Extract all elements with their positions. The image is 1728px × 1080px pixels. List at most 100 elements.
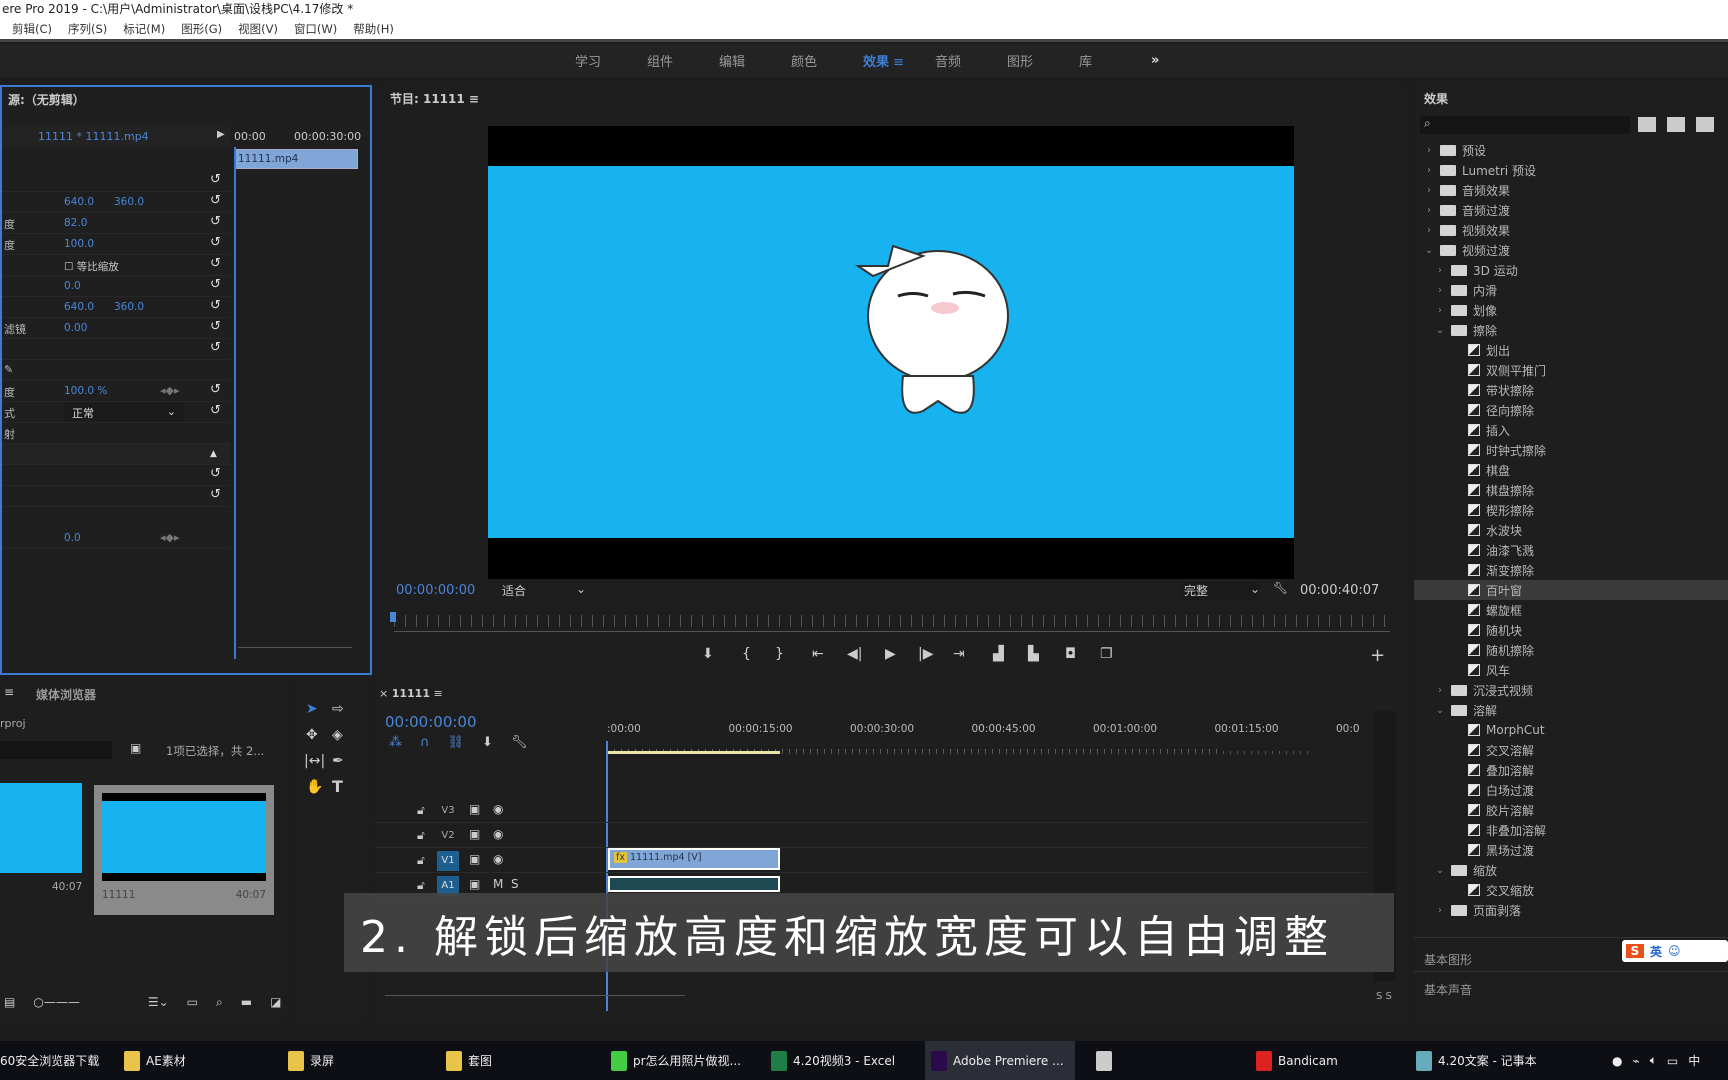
taskbar-item[interactable]: Adobe Premiere ...: [925, 1041, 1075, 1080]
chevron-right-icon[interactable]: ›: [1435, 905, 1445, 916]
mark-in-icon[interactable]: {: [742, 646, 751, 662]
step-back-icon[interactable]: ◀|: [847, 646, 862, 662]
effects-folder[interactable]: › 3D 运动: [1435, 260, 1518, 280]
taskbar-item[interactable]: AE素材: [118, 1041, 268, 1080]
effects-item[interactable]: 白场过渡: [1468, 780, 1534, 800]
mark-out-icon[interactable]: }: [775, 646, 784, 662]
yuv-effects-icon[interactable]: [1696, 117, 1714, 132]
workspace-libraries[interactable]: 库: [1079, 51, 1151, 70]
chevron-right-icon[interactable]: ›: [1435, 285, 1445, 296]
workspace-editing[interactable]: 编辑: [719, 51, 791, 70]
taskbar-item[interactable]: 4.20视频3 - Excel: [765, 1041, 915, 1080]
32bit-effects-icon[interactable]: [1667, 117, 1685, 132]
export-frame-icon[interactable]: ◘: [1065, 646, 1076, 662]
eye-icon[interactable]: ◉: [493, 802, 503, 816]
add-marker-icon[interactable]: ⬇: [702, 646, 714, 662]
nest-icon[interactable]: ⁂: [389, 735, 402, 750]
new-bin-icon[interactable]: ▬: [241, 995, 252, 1010]
effects-item[interactable]: 渐变擦除: [1468, 560, 1534, 580]
reset-icon[interactable]: ↺: [210, 277, 221, 292]
effects-search-input[interactable]: ⌕: [1420, 116, 1630, 134]
effects-item[interactable]: 插入: [1468, 420, 1510, 440]
source-clip[interactable]: 11111.mp4: [234, 149, 358, 169]
go-to-out-icon[interactable]: ⇥: [953, 646, 965, 662]
go-to-in-icon[interactable]: ⇤: [812, 646, 824, 662]
new-item-icon[interactable]: ◪: [270, 995, 281, 1010]
type-tool-icon[interactable]: T: [332, 777, 343, 796]
system-tray[interactable]: ● ⌁ 🔈︎ ▭ 中: [1612, 1041, 1700, 1080]
effects-folder[interactable]: ⌄ 视频过渡: [1424, 240, 1510, 260]
wrench-icon[interactable]: 🔧︎: [511, 735, 528, 750]
lock-icon[interactable]: 🔓︎: [417, 828, 425, 843]
chevron-down-icon[interactable]: ⌄: [1435, 865, 1445, 876]
extract-icon[interactable]: ▙: [1028, 646, 1039, 662]
comparison-view-icon[interactable]: ❐: [1100, 646, 1113, 662]
automate-icon[interactable]: ▭: [187, 995, 198, 1010]
effects-folder[interactable]: › 视频效果: [1424, 220, 1510, 240]
effects-folder[interactable]: › Lumetri 预设: [1424, 160, 1536, 180]
timeline-scrollbar[interactable]: [385, 995, 685, 996]
list-view-icon[interactable]: ▤: [4, 995, 15, 1010]
add-marker-icon[interactable]: ⬇: [482, 735, 493, 750]
clip-selector[interactable]: 11111 * 11111.mp4: [2, 127, 230, 147]
taskbar-item[interactable]: Bandicam: [1250, 1041, 1400, 1080]
reset-icon[interactable]: ↺: [210, 235, 221, 250]
ripple-edit-tool-icon[interactable]: ✥: [306, 727, 318, 743]
program-timecode[interactable]: 00:00:00:00: [396, 583, 475, 598]
reset-icon[interactable]: ↺: [210, 319, 221, 334]
slip-tool-icon[interactable]: |↔|: [304, 753, 325, 769]
timeline-tab[interactable]: × 11111 ≡: [379, 687, 443, 700]
ime-toolbar[interactable]: S 英 ☺: [1622, 940, 1728, 962]
chevron-right-icon[interactable]: ›: [1424, 165, 1434, 176]
effects-item[interactable]: 棋盘: [1468, 460, 1510, 480]
fit-dropdown[interactable]: 适合 ⌄: [502, 582, 586, 600]
effects-item[interactable]: 棋盘擦除: [1468, 480, 1534, 500]
effects-item[interactable]: 带状擦除: [1468, 380, 1534, 400]
effects-item[interactable]: 划出: [1468, 340, 1510, 360]
chevron-down-icon[interactable]: ⌄: [1435, 705, 1445, 716]
lock-icon[interactable]: 🔓︎: [417, 878, 425, 893]
reset-icon[interactable]: ↺: [210, 193, 221, 208]
audio-clip[interactable]: [608, 876, 780, 892]
project-search-input[interactable]: [0, 741, 112, 759]
linked-selection-icon[interactable]: ⛓: [448, 735, 465, 750]
chevron-right-icon[interactable]: ›: [1424, 145, 1434, 156]
effects-folder[interactable]: › 页面剥落: [1435, 900, 1521, 920]
wrench-icon[interactable]: 🔧︎: [1273, 581, 1288, 595]
chevron-down-icon[interactable]: ⌄: [1435, 325, 1445, 336]
more-workspaces-button[interactable]: »: [1151, 53, 1223, 68]
effects-item[interactable]: MorphCut: [1468, 720, 1545, 740]
reset-icon[interactable]: ↺: [210, 172, 221, 187]
snap-icon[interactable]: ∩: [420, 735, 430, 750]
effects-item[interactable]: 交叉缩放: [1468, 880, 1534, 900]
sync-lock-icon[interactable]: ▣: [469, 877, 480, 891]
track-target[interactable]: V1: [437, 851, 459, 871]
reset-icon[interactable]: ↺: [210, 298, 221, 313]
taskbar-item[interactable]: 4.20文案 - 记事本: [1410, 1041, 1560, 1080]
chevron-down-icon[interactable]: ⌄: [1424, 245, 1434, 256]
effects-item[interactable]: 交叉溶解: [1468, 740, 1534, 760]
add-button-icon[interactable]: +: [1370, 645, 1385, 666]
play-arrow-icon[interactable]: ▶: [217, 129, 225, 140]
accelerated-effects-icon[interactable]: [1638, 117, 1656, 132]
effects-item[interactable]: 叠加溶解: [1468, 760, 1534, 780]
program-ruler[interactable]: [394, 615, 1390, 627]
menu-clip[interactable]: 剪辑(C): [12, 21, 52, 37]
video-clip[interactable]: fx 11111.mp4 [V]: [608, 848, 780, 870]
track-target[interactable]: V3: [437, 801, 459, 821]
effects-item[interactable]: 楔形擦除: [1468, 500, 1534, 520]
media-thumbnail[interactable]: [0, 783, 82, 873]
effects-item[interactable]: 径向擦除: [1468, 400, 1534, 420]
taskbar-item[interactable]: pr怎么用照片做视...: [605, 1041, 755, 1080]
pen-icon[interactable]: ✎: [4, 363, 13, 376]
effects-item[interactable]: 油漆飞溅: [1468, 540, 1534, 560]
effects-item[interactable]: 非叠加溶解: [1468, 820, 1546, 840]
playhead[interactable]: [234, 147, 236, 659]
sort-icon[interactable]: ☰⌄: [148, 995, 169, 1010]
step-forward-icon[interactable]: |▶: [918, 646, 933, 662]
sync-lock-icon[interactable]: ▣: [469, 802, 480, 816]
effects-folder[interactable]: › 预设: [1424, 140, 1486, 160]
emoji-icon[interactable]: ☺: [1668, 944, 1681, 958]
ime-mode[interactable]: 英: [1650, 943, 1662, 960]
effects-item[interactable]: 水波块: [1468, 520, 1522, 540]
